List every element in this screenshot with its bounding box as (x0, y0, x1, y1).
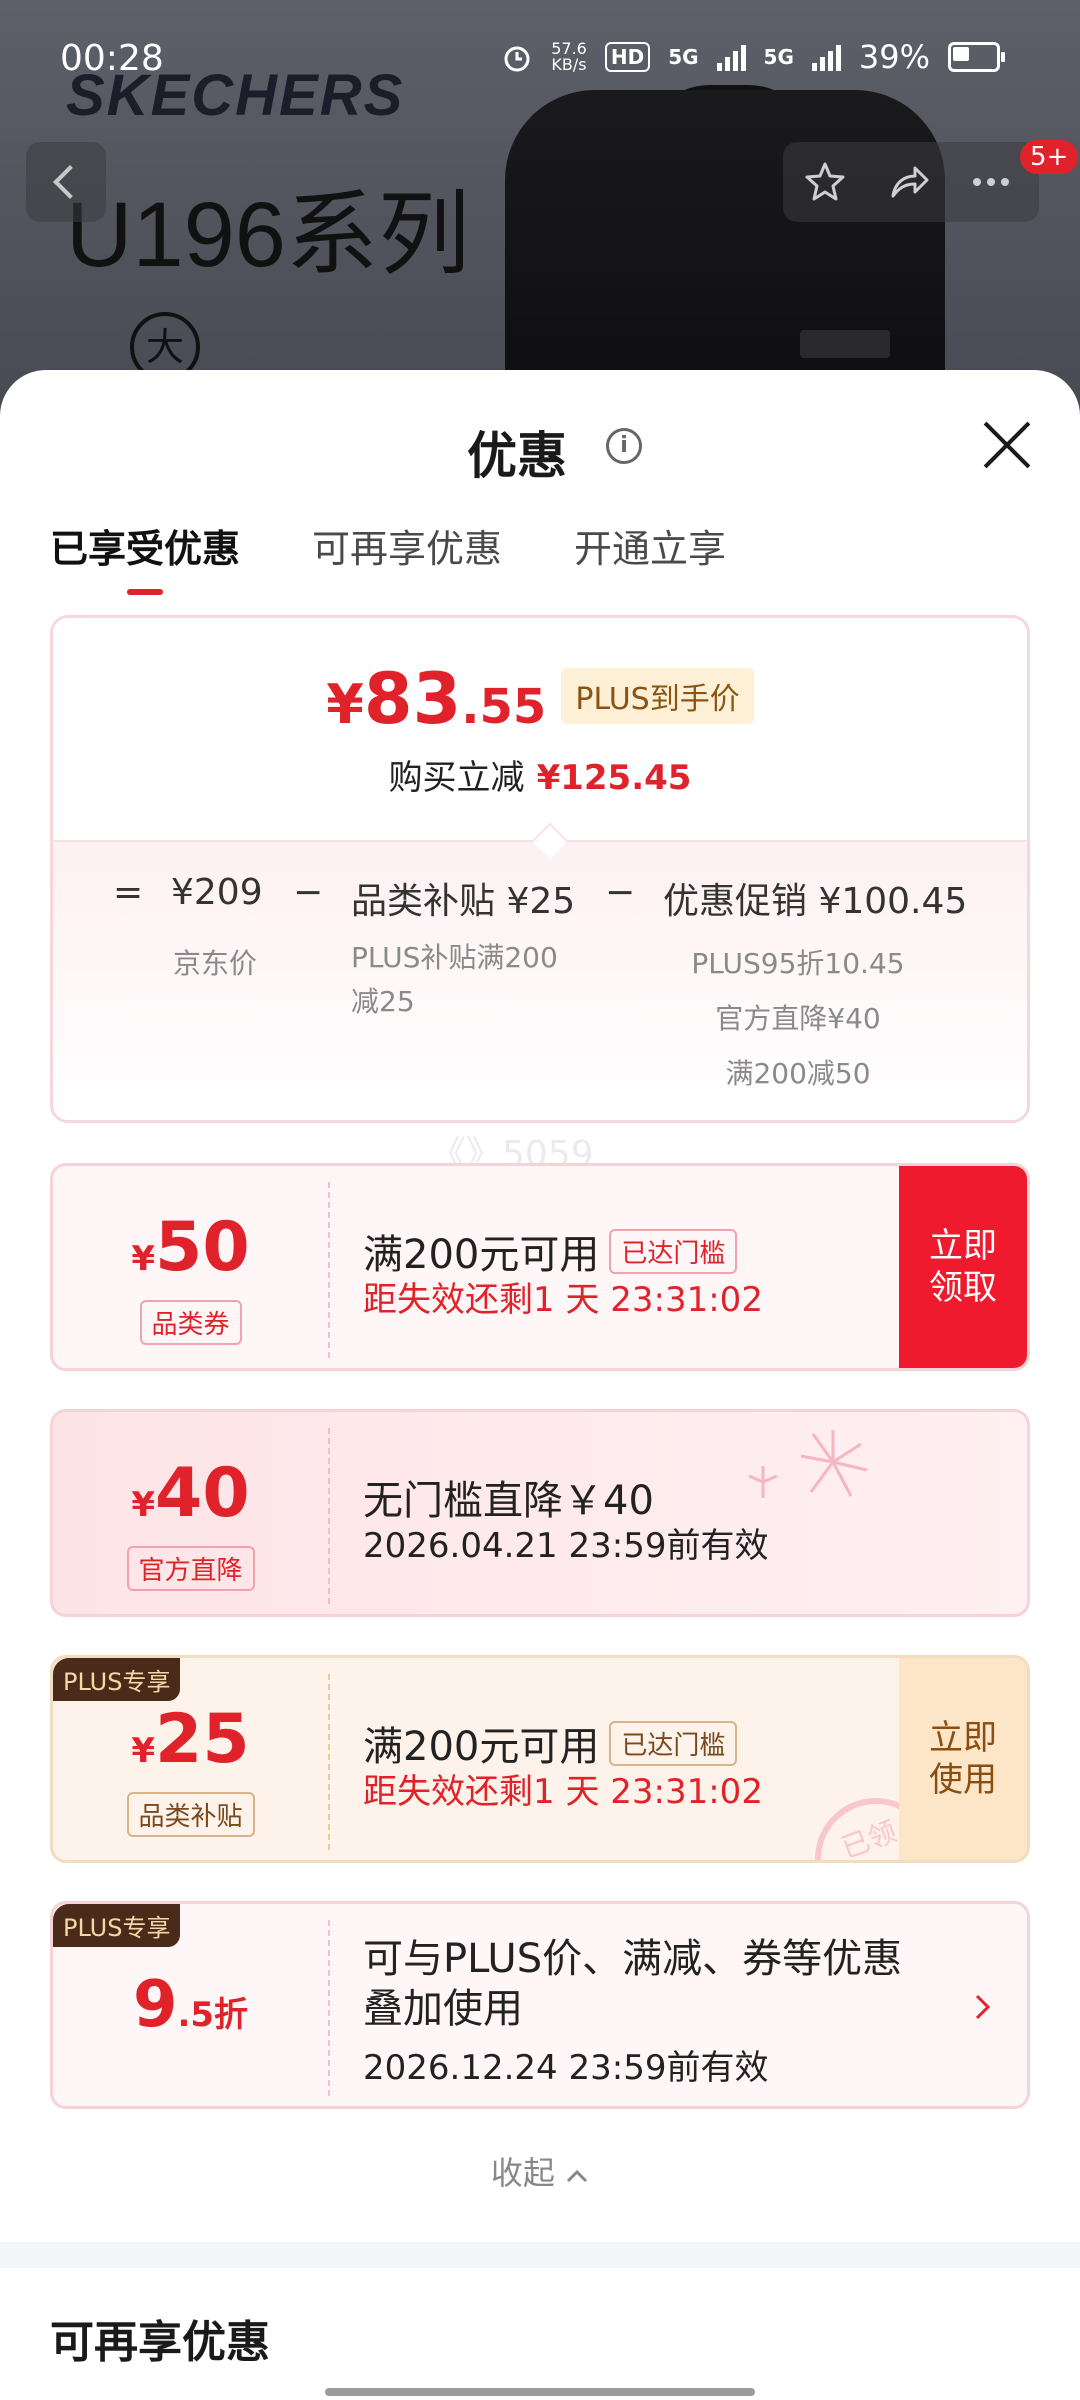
collapse-button[interactable]: 收起 (0, 2148, 1080, 2194)
use-coupon-button[interactable]: 立即 使用 (899, 1658, 1027, 1860)
section-gap (0, 2242, 1080, 2268)
price-formula: = ¥209 − 品类补贴 ¥25 − 优惠促销 ¥100.45 京东价 PLU… (53, 840, 1027, 1120)
threshold-badge: 已达门槛 (609, 1721, 738, 1766)
backpack-label-image (800, 330, 890, 358)
alarm-icon (504, 46, 530, 72)
coupon-category: ¥50 品类券 满200元可用 已达门槛 距失效还剩1 天 23:31:02 立即… (50, 1163, 1030, 1371)
close-button[interactable] (980, 418, 1034, 472)
claim-coupon-button[interactable]: 立即 领取 (899, 1166, 1027, 1368)
more-discounts-section-title: 可再享优惠 (50, 2317, 270, 2368)
sim1-label: 5G (668, 45, 699, 69)
share-icon[interactable] (887, 160, 931, 204)
formula-minus-1: − (293, 872, 324, 913)
status-bar: 00:28 57.6 KB/s HD 5G 5G 39% (0, 0, 1080, 120)
tab-open-now[interactable]: 开通立享 (574, 518, 726, 573)
coupon-countdown: 距失效还剩1 天 23:31:02 (363, 1280, 763, 1320)
tab-more-available[interactable]: 可再享优惠 (312, 518, 502, 573)
sheet-title: 优惠 (467, 427, 567, 485)
coupon-plus-95-discount[interactable]: PLUS专享 9.5折 可与PLUS价、满减、券等优惠 叠加使用 2026.12… (50, 1901, 1030, 2109)
plus-price-tag: PLUS到手价 (561, 668, 754, 724)
status-icons: 57.6 KB/s HD 5G 5G 39% (501, 38, 1005, 76)
more-icon[interactable] (969, 160, 1013, 204)
status-time: 00:28 (60, 38, 164, 79)
threshold-badge: 已达门槛 (609, 1229, 738, 1274)
formula-minus-2: − (605, 872, 636, 913)
info-icon[interactable]: i (606, 428, 642, 464)
jd-price: ¥209 (171, 872, 263, 913)
discount-tabs: 已享受优惠 可再享优惠 开通立享 (50, 518, 726, 595)
discount-sheet: 优惠 i 已享受优惠 可再享优惠 开通立享 ¥83.55 PLUS到手价 购买立… (0, 370, 1080, 2400)
product-series-title: U196系列 (66, 184, 470, 286)
formula-equals: = (113, 872, 144, 913)
star-icon[interactable] (803, 160, 847, 204)
promotion-detail: PLUS95折10.45 官方直降¥40 满200减50 (691, 947, 905, 1090)
back-button[interactable] (26, 142, 106, 222)
net-speed: 57.6 KB/s (551, 39, 587, 74)
jd-price-label: 京东价 (173, 947, 258, 980)
coupon-type-label: 品类补贴 (126, 1792, 255, 1837)
coupon-official-discount: ¥40 官方直降 无门槛直降￥40 2026.04.21 23:59前有效 (50, 1409, 1030, 1617)
promotion-total: 优惠促销 ¥100.45 (663, 881, 968, 922)
coupon-plus-category-subsidy: PLUS专享 ¥25 品类补贴 满200元可用 已达门槛 距失效还剩1 天 23:… (50, 1655, 1030, 1863)
coupon-title: 可与PLUS价、满减、券等优惠 叠加使用 (363, 1936, 903, 2032)
price-summary: ¥83.55 PLUS到手价 购买立减 ¥125.45 (53, 618, 1027, 840)
tab-enjoyed[interactable]: 已享受优惠 (50, 518, 240, 595)
sim2-label: 5G (763, 45, 794, 69)
coupon-validity: 2026.12.24 23:59前有效 (363, 2048, 769, 2088)
chevron-up-icon (567, 2169, 588, 2183)
header-actions (783, 142, 1039, 222)
home-indicator[interactable] (325, 2388, 755, 2396)
signal-icon (716, 43, 746, 71)
coupon-divider (328, 1182, 330, 1358)
coupon-divider (328, 1674, 330, 1850)
chevron-right-icon (975, 1994, 991, 2020)
signal-icon-2 (811, 43, 841, 71)
firework-decoration-icon (748, 1430, 868, 1498)
message-badge: 5+ (1020, 140, 1079, 174)
category-subsidy: 品类补贴 ¥25 (351, 881, 576, 922)
coupon-divider (328, 1428, 330, 1604)
coupon-type-label: 品类券 (139, 1300, 242, 1345)
instant-reduction: 购买立减 ¥125.45 (388, 758, 692, 798)
final-price: ¥83.55 PLUS到手价 (53, 658, 1027, 740)
battery-percent: 39% (858, 38, 930, 76)
subsidy-detail: PLUS补贴满200 减25 (351, 941, 558, 1018)
battery-icon (948, 42, 1005, 72)
coupon-divider (328, 1920, 330, 2096)
price-breakdown-card: ¥83.55 PLUS到手价 购买立减 ¥125.45 = ¥209 − 品类补贴… (50, 615, 1030, 1123)
coupon-validity: 2026.04.21 23:59前有效 (363, 1526, 769, 1566)
hd-icon: HD (604, 42, 651, 72)
coupon-countdown: 距失效还剩1 天 23:31:02 (363, 1772, 763, 1812)
coupon-type-label: 官方直降 (126, 1546, 255, 1591)
